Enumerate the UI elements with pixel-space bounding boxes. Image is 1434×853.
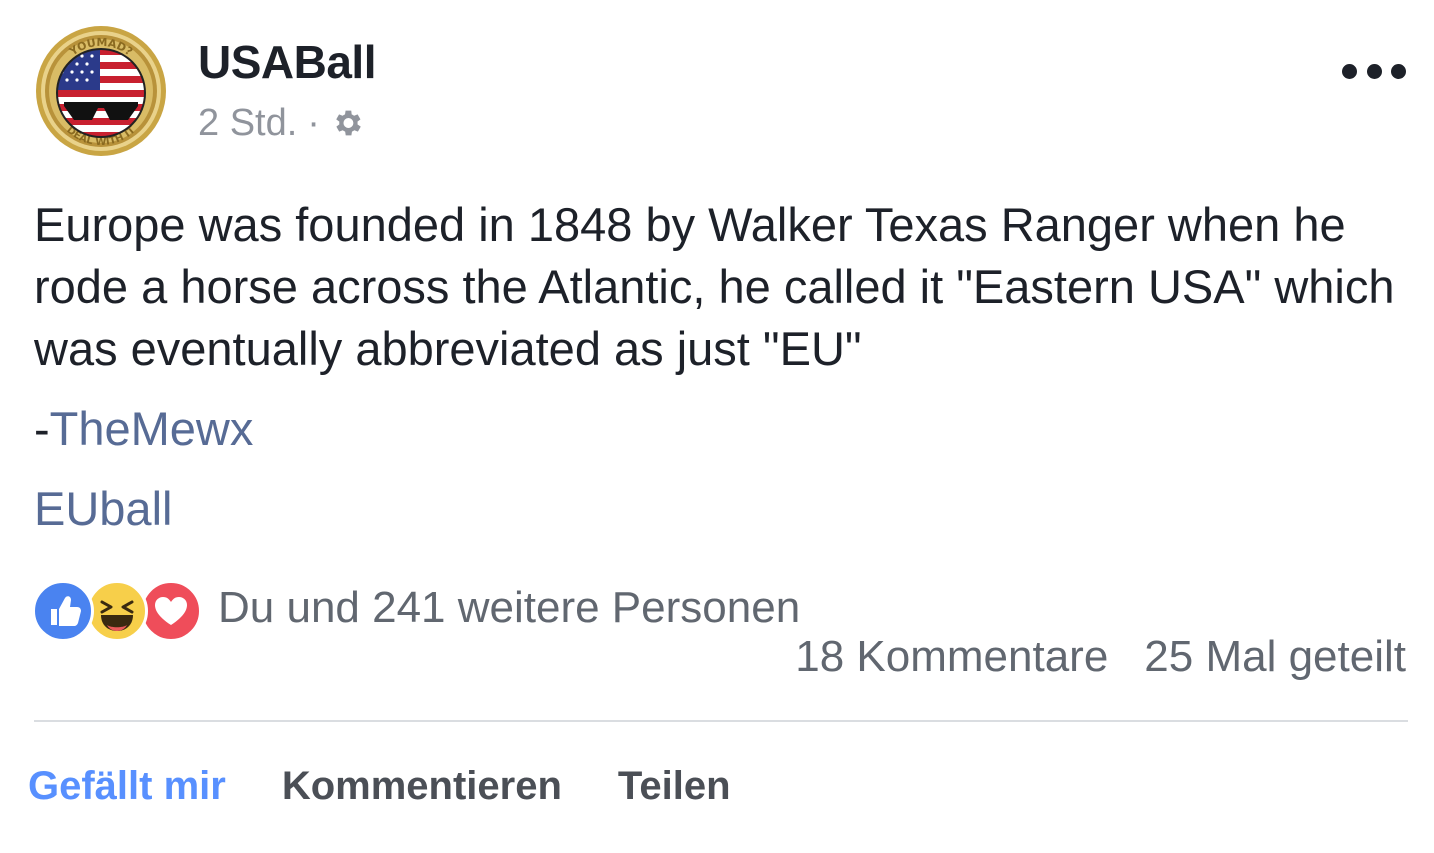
gear-icon (330, 106, 364, 140)
action-bar: Gefällt mir Kommentieren Teilen (28, 758, 731, 814)
more-dots-icon (1366, 63, 1382, 79)
attribution-prefix: - (34, 402, 50, 455)
comment-button[interactable]: Kommentieren (282, 764, 562, 809)
love-icon (140, 580, 202, 642)
reaction-icons (32, 576, 202, 642)
engagement-counts: 18 Kommentare 25 Mal geteilt (795, 632, 1406, 682)
haha-icon (86, 580, 148, 642)
more-options-button[interactable] (1342, 56, 1406, 86)
post-text: Europe was founded in 1848 by Walker Tex… (34, 198, 1395, 375)
page-tag-link[interactable]: EUball (34, 478, 172, 540)
more-dots-icon (1342, 63, 1357, 79)
avatar[interactable]: YOUMAD? DEAL WITH IT (34, 24, 168, 158)
share-button[interactable]: Teilen (618, 764, 731, 809)
facebook-post: YOUMAD? DEAL WITH IT USABall 2 Std. · Eu… (0, 0, 1434, 853)
post-attribution: -TheMewx (34, 398, 253, 460)
reaction-summary[interactable]: Du und 241 weitere Personen (218, 583, 800, 633)
more-dots-icon (1391, 63, 1406, 79)
post-meta: 2 Std. · (198, 100, 364, 146)
meta-separator: · (307, 101, 320, 144)
shares-count[interactable]: 25 Mal geteilt (1144, 632, 1406, 682)
like-icon (32, 580, 94, 642)
comments-count[interactable]: 18 Kommentare (795, 632, 1108, 682)
author-name[interactable]: USABall (198, 36, 376, 88)
like-button[interactable]: Gefällt mir (28, 764, 226, 809)
reactions-bar[interactable]: Du und 241 weitere Personen (32, 576, 800, 642)
post-timestamp[interactable]: 2 Std. (198, 102, 297, 145)
usaball-avatar-icon: YOUMAD? DEAL WITH IT (36, 26, 166, 156)
attribution-link[interactable]: TheMewx (50, 402, 254, 455)
divider (34, 720, 1408, 722)
